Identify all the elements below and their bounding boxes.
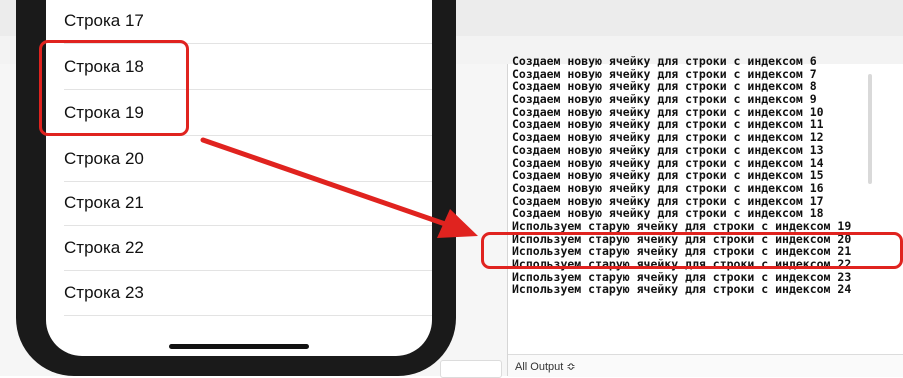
variables-filter-field[interactable] (440, 360, 502, 378)
row-label: Строка 21 (64, 193, 144, 212)
log-lines-18-19-highlight (481, 232, 903, 269)
home-indicator[interactable] (169, 344, 309, 349)
table-row[interactable]: Строка 21 (64, 180, 432, 226)
console-line: Создаем новую ячейку для строки с индекс… (512, 180, 824, 195)
table-row[interactable]: Строка 20 (64, 136, 432, 182)
row-label: Строка 20 (64, 149, 144, 168)
table-row[interactable]: Строка 22 (64, 225, 432, 271)
console-scrollbar[interactable] (868, 74, 872, 184)
console-line: Создаем новую ячейку для строки с индекс… (512, 168, 824, 183)
row-label: Строка 22 (64, 238, 144, 257)
console-line: Используем старую ячейку для строки с ин… (512, 282, 852, 297)
console-line: Создаем новую ячейку для строки с индекс… (512, 142, 824, 157)
table-row[interactable]: Строка 17 (64, 0, 432, 44)
rows-18-19-highlight (39, 40, 189, 136)
console-line: Создаем новую ячейку для строки с индекс… (512, 92, 817, 107)
console-line: Создаем новую ячейку для строки с индекс… (512, 130, 824, 145)
row-label: Строка 17 (64, 11, 144, 30)
console-line: Используем старую ячейку для строки с ин… (512, 218, 852, 233)
table-row[interactable]: Строка 23 (64, 270, 432, 316)
console-line: Создаем новую ячейку для строки с индекс… (512, 54, 817, 68)
output-filter-select[interactable]: All Output ≎ (515, 360, 576, 373)
row-label: Строка 23 (64, 283, 144, 302)
